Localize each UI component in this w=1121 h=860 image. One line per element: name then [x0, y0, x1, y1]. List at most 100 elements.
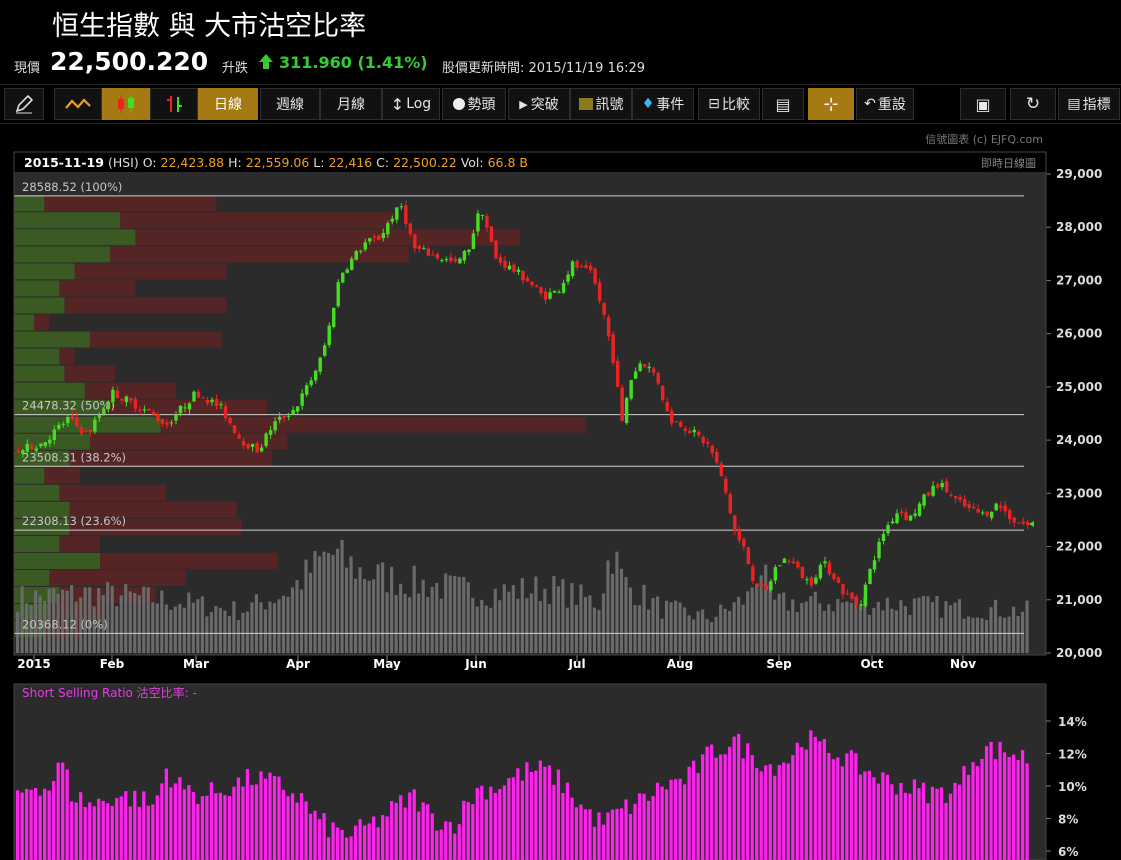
volume-bar: [768, 582, 772, 653]
candle-body: [241, 440, 246, 446]
short-ratio-bar: [642, 793, 646, 860]
breakout-button[interactable]: ▶ 突破: [508, 88, 570, 120]
volume-bar: [764, 564, 768, 653]
candle-body: [624, 398, 629, 423]
candle-body: [697, 431, 701, 436]
volume-bar: [705, 619, 709, 653]
short-ratio-bar: [259, 771, 263, 860]
short-ratio-bar: [876, 783, 881, 860]
candle-body: [606, 317, 611, 337]
candle-body: [962, 499, 967, 507]
volume-bar: [385, 592, 389, 653]
candle-body: [169, 422, 174, 424]
short-ratio-bar: [849, 750, 853, 860]
draw-tool-button[interactable]: [4, 88, 44, 120]
candle-body: [674, 421, 678, 423]
candle-body: [548, 292, 552, 299]
short-ratio-bar: [196, 803, 200, 860]
short-ratio-bar: [579, 804, 583, 860]
candle-body: [93, 419, 97, 432]
candle-body: [313, 370, 318, 381]
candle-body: [498, 256, 503, 263]
short-ratio-bar: [286, 796, 290, 860]
volume-bar: [872, 608, 876, 653]
volume-bar: [615, 551, 619, 653]
crosshair-button[interactable]: ⊹: [808, 88, 854, 120]
log-scale-button[interactable]: ↕ Log: [382, 88, 440, 120]
short-ratio-bar: [502, 785, 506, 860]
volume-bar: [926, 596, 930, 653]
candle: [800, 566, 805, 580]
volume-bar: [948, 605, 953, 653]
volume-bar: [421, 579, 425, 653]
candle: [863, 582, 868, 609]
short-ratio-bar: [746, 743, 750, 860]
candle-body: [868, 569, 872, 584]
short-ratio-bar: [827, 752, 831, 860]
short-ratio-bar: [547, 765, 552, 860]
short-ratio-bar: [317, 819, 322, 860]
candle-body: [480, 214, 485, 216]
save-button[interactable]: ▣: [960, 88, 1006, 120]
volume-bar: [146, 587, 150, 653]
short-ratio-bar: [471, 804, 475, 860]
candle-body: [318, 357, 322, 372]
volume-bar: [1020, 611, 1025, 653]
info-part: 22,500.22: [393, 155, 457, 170]
candle-body: [742, 538, 746, 547]
candle-body: [183, 407, 187, 409]
trend-button[interactable]: 勢頭: [442, 88, 506, 120]
line-chart-button[interactable]: [54, 88, 102, 120]
short-ratio-bar: [52, 780, 56, 860]
short-ratio-bar: [867, 770, 872, 860]
event-button[interactable]: ♦ 事件: [632, 88, 694, 120]
volume-profile-down: [59, 484, 166, 501]
up-arrow-icon: [259, 54, 273, 73]
volume-bar: [669, 602, 673, 653]
volume-profile-down: [135, 229, 520, 246]
volume-bar: [556, 586, 560, 653]
volume-bar: [453, 575, 457, 653]
candle-body: [917, 503, 922, 516]
candle-body: [660, 385, 665, 400]
candle-body: [706, 441, 710, 444]
volume-bar: [363, 579, 367, 653]
page-title: 恒生指數 與 大市沽空比率: [52, 11, 367, 42]
candle-body: [210, 399, 214, 403]
monthly-tab[interactable]: 月線: [320, 88, 382, 120]
indicator-button[interactable]: ▤ 指標: [1058, 88, 1120, 120]
short-ratio-bar: [417, 811, 421, 860]
reset-button[interactable]: ↶ 重設: [856, 88, 914, 120]
candle-body: [516, 269, 521, 273]
candle: [746, 546, 751, 565]
short-ratio-bar: [899, 782, 903, 860]
short-ratio-bar: [777, 765, 781, 860]
weekly-tab[interactable]: 週線: [260, 88, 320, 120]
candle-body: [291, 410, 295, 415]
candle: [494, 240, 498, 260]
short-ratio-bar: [741, 758, 745, 860]
volume-bar: [655, 596, 660, 653]
short-ratio-bar: [79, 792, 83, 860]
x-tick-label: Jun: [464, 657, 487, 670]
candle-body: [408, 223, 413, 234]
short-ratio-bar: [178, 777, 182, 860]
volume-bar: [606, 560, 610, 653]
volume-bar: [939, 617, 944, 653]
refresh-button[interactable]: ↻: [1010, 88, 1056, 120]
short-ratio-bar: [313, 810, 317, 860]
candle-body: [611, 334, 615, 363]
candle-body: [485, 216, 489, 228]
ohlc-button[interactable]: [150, 88, 198, 120]
document-button[interactable]: ▤: [762, 88, 804, 120]
vertical-arrows-icon: ↕: [390, 94, 405, 114]
daily-tab[interactable]: 日線: [198, 88, 258, 120]
candle-body: [417, 245, 422, 250]
volume-bar: [917, 597, 921, 653]
signal-button[interactable]: 訊號: [570, 88, 632, 120]
volume-bar: [475, 606, 479, 653]
candlestick-button[interactable]: [102, 88, 150, 120]
compare-button[interactable]: ⊟ 比較: [698, 88, 760, 120]
volume-bar: [876, 601, 880, 653]
y-tick-label: 10%: [1058, 780, 1087, 794]
